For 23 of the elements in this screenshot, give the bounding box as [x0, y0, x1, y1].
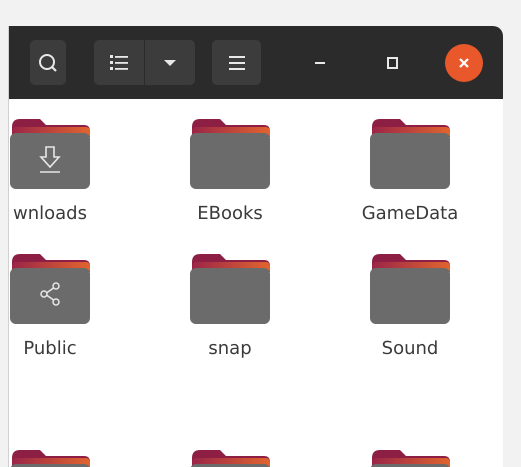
folder-icon: [190, 117, 270, 189]
search-button[interactable]: [30, 40, 66, 85]
close-icon: [458, 56, 470, 68]
view-button[interactable]: [94, 40, 144, 85]
share-icon: [40, 282, 60, 306]
menu-button[interactable]: [212, 40, 261, 85]
folder-icon: [190, 252, 270, 324]
folder-name[interactable]: EBooks: [197, 203, 263, 224]
folder-icon: [370, 252, 450, 324]
folder-icon: [370, 117, 450, 189]
list-icon: [109, 53, 129, 72]
close-button[interactable]: [445, 44, 483, 82]
folder-name[interactable]: Public: [23, 338, 77, 359]
folder-name[interactable]: snap: [208, 338, 252, 359]
menu-icon: [228, 54, 244, 70]
folder-name[interactable]: Sound: [382, 338, 438, 359]
folder-name[interactable]: wnloads: [13, 203, 87, 224]
download-icon: [39, 146, 61, 173]
minimize-icon: [315, 62, 325, 64]
caret-icon: [163, 58, 177, 66]
search-icon: [38, 52, 58, 72]
folder-name[interactable]: GameData: [362, 203, 458, 224]
maximize-icon: [386, 56, 398, 68]
